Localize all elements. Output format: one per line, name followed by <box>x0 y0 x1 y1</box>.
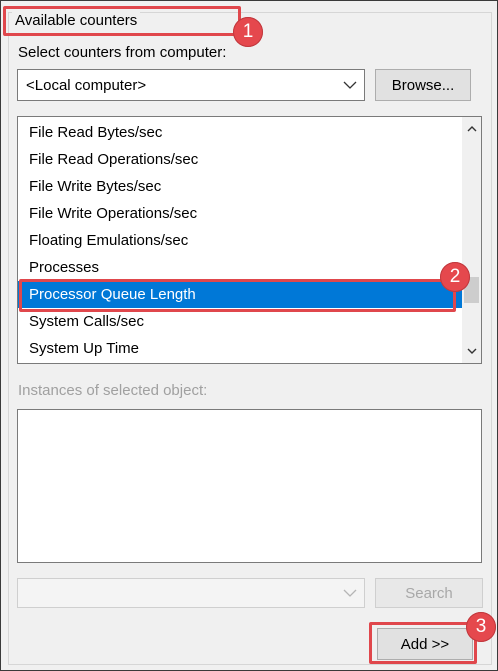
computer-combobox[interactable]: <Local computer> <box>17 69 365 101</box>
instances-listbox[interactable] <box>17 409 482 563</box>
instances-label: Instances of selected object: <box>18 382 208 399</box>
counters-panel: Available counters Select counters from … <box>0 0 498 671</box>
counter-list-item[interactable]: Floating Emulations/sec <box>18 227 462 254</box>
counter-list-item[interactable]: File Read Operations/sec <box>18 146 462 173</box>
counter-listbox[interactable]: File Read Bytes/sec File Read Operations/… <box>17 116 482 364</box>
browse-button[interactable]: Browse... <box>375 69 471 101</box>
counter-list-item[interactable]: System Up Time <box>18 335 462 362</box>
group-title: Available counters <box>12 11 141 31</box>
callout-badge-1: 1 <box>233 17 263 47</box>
counter-list-item[interactable]: File Read Bytes/sec <box>18 119 462 146</box>
counter-list-item[interactable]: File Write Operations/sec <box>18 200 462 227</box>
search-button[interactable]: Search <box>375 578 483 608</box>
vertical-scrollbar[interactable] <box>462 117 481 363</box>
computer-combobox-value: <Local computer> <box>26 76 147 94</box>
chevron-down-icon[interactable] <box>336 81 364 89</box>
search-combobox[interactable] <box>17 578 365 608</box>
scroll-down-icon[interactable] <box>462 341 481 361</box>
add-button[interactable]: Add >> <box>377 628 473 660</box>
counter-list-item[interactable]: Processor Queue Length <box>18 281 462 308</box>
counter-list: File Read Bytes/sec File Read Operations/… <box>18 119 462 362</box>
counter-list-item[interactable]: File Write Bytes/sec <box>18 173 462 200</box>
computer-label: Select counters from computer: <box>18 44 227 61</box>
counter-list-item[interactable]: Processes <box>18 254 462 281</box>
scroll-up-icon[interactable] <box>462 119 481 139</box>
callout-badge-2: 2 <box>440 262 470 292</box>
counter-list-item[interactable]: System Calls/sec <box>18 308 462 335</box>
callout-badge-3: 3 <box>466 612 496 642</box>
chevron-down-icon[interactable] <box>336 589 364 597</box>
